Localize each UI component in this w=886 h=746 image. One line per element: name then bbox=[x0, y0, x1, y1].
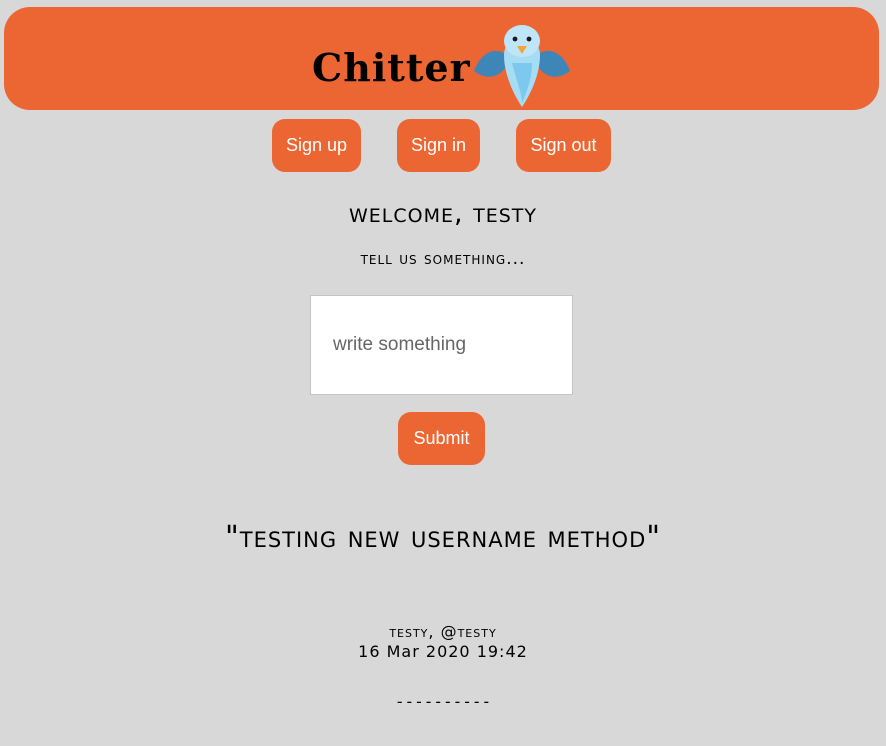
peep-timestamp: 16 Mar 2020 19:42 bbox=[358, 642, 528, 661]
sign-up-button[interactable]: Sign up bbox=[272, 119, 361, 172]
submit-button[interactable]: Submit bbox=[398, 412, 485, 465]
brand-title: Chitter bbox=[312, 45, 471, 90]
peep-text: "testing new username method" bbox=[224, 520, 662, 555]
bird-icon bbox=[474, 25, 570, 107]
sign-in-button[interactable]: Sign in bbox=[397, 119, 480, 172]
peep-separator: ---------- bbox=[394, 692, 492, 711]
compose-prompt: tell us something... bbox=[360, 249, 526, 269]
peep-input[interactable] bbox=[310, 295, 573, 395]
welcome-heading: welcome, testy bbox=[348, 198, 538, 229]
sign-out-button[interactable]: Sign out bbox=[516, 119, 611, 172]
site-header: Chitter bbox=[4, 7, 879, 110]
peep-author: testy, @testy bbox=[389, 622, 497, 641]
